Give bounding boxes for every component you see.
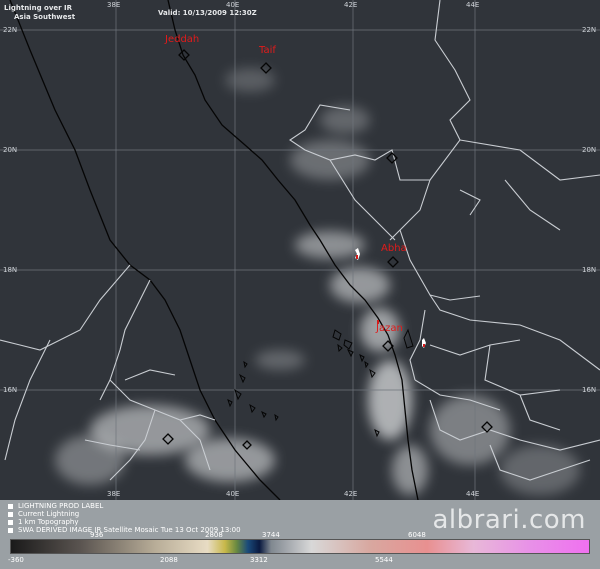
colorbar-tick-bottom: 5544 bbox=[375, 556, 393, 564]
lon-label-top: 40E bbox=[226, 1, 240, 9]
legend-item-label: 1 km Topography bbox=[18, 518, 79, 526]
legend-box-icon bbox=[8, 511, 13, 517]
title-line2: Asia Southwest bbox=[14, 13, 76, 21]
lon-label-bottom: 38E bbox=[107, 490, 121, 498]
city-label-taif: Taif bbox=[259, 45, 276, 56]
map-svg bbox=[0, 0, 600, 500]
colorbar-tick-bottom: 2088 bbox=[160, 556, 178, 564]
lat-label-right: 22N bbox=[582, 26, 597, 34]
city-label-jazan: Jazan bbox=[376, 323, 403, 334]
colorbar-tick-top: 936 bbox=[90, 531, 104, 539]
legend-item: Current Lightning bbox=[8, 510, 79, 518]
legend-box-icon bbox=[8, 527, 13, 533]
lat-label-right: 20N bbox=[582, 146, 597, 154]
lon-label-bottom: 40E bbox=[226, 490, 240, 498]
legend-item: 1 km Topography bbox=[8, 518, 79, 526]
lat-label-left: 20N bbox=[3, 146, 18, 154]
city-label-jeddah: Jeddah bbox=[165, 34, 200, 45]
colorbar bbox=[10, 539, 590, 554]
valid-time: Valid: 10/13/2009 12:30Z bbox=[158, 9, 257, 17]
lon-label-top: 38E bbox=[107, 1, 121, 9]
satellite-map: Lightning over IR Asia Southwest Valid: … bbox=[0, 0, 600, 500]
city-label-abha: Abha bbox=[381, 243, 407, 254]
lat-label-right: 16N bbox=[582, 386, 597, 394]
colorbar-tick-bottom: -360 bbox=[8, 556, 24, 564]
watermark: albrari.com bbox=[432, 505, 586, 535]
colorbar-tick-bottom: 3312 bbox=[250, 556, 268, 564]
lon-label-bottom: 42E bbox=[344, 490, 358, 498]
title-line1: Lightning over IR bbox=[4, 4, 73, 12]
legend-item-label: LIGHTNING PROD LABEL bbox=[18, 502, 104, 510]
colorbar-tick-top: 3744 bbox=[262, 531, 280, 539]
abha-marker bbox=[387, 256, 399, 268]
screenshot-root: Lightning over IR Asia Southwest Valid: … bbox=[0, 0, 600, 569]
colorbar-tick-top: 6048 bbox=[408, 531, 426, 539]
colorbar-tick-top: 2808 bbox=[205, 531, 223, 539]
lon-label-top: 44E bbox=[466, 1, 480, 9]
lon-label-top: 42E bbox=[344, 1, 358, 9]
lightning-icon bbox=[356, 255, 358, 259]
legend-item: LIGHTNING PROD LABEL bbox=[8, 502, 103, 510]
lat-label-left: 16N bbox=[3, 386, 18, 394]
lightning-icon bbox=[423, 344, 425, 347]
legend-item-label: Current Lightning bbox=[18, 510, 80, 518]
lat-label-left: 18N bbox=[3, 266, 18, 274]
lat-label-left: 22N bbox=[3, 26, 18, 34]
cloud-layer bbox=[55, 68, 580, 495]
lat-label-right: 18N bbox=[582, 266, 597, 274]
legend-box-icon bbox=[8, 503, 13, 509]
legend-box-icon bbox=[8, 519, 13, 525]
colorbar-fill bbox=[11, 540, 589, 553]
jeddah-marker bbox=[178, 49, 190, 61]
lon-label-bottom: 44E bbox=[466, 490, 480, 498]
